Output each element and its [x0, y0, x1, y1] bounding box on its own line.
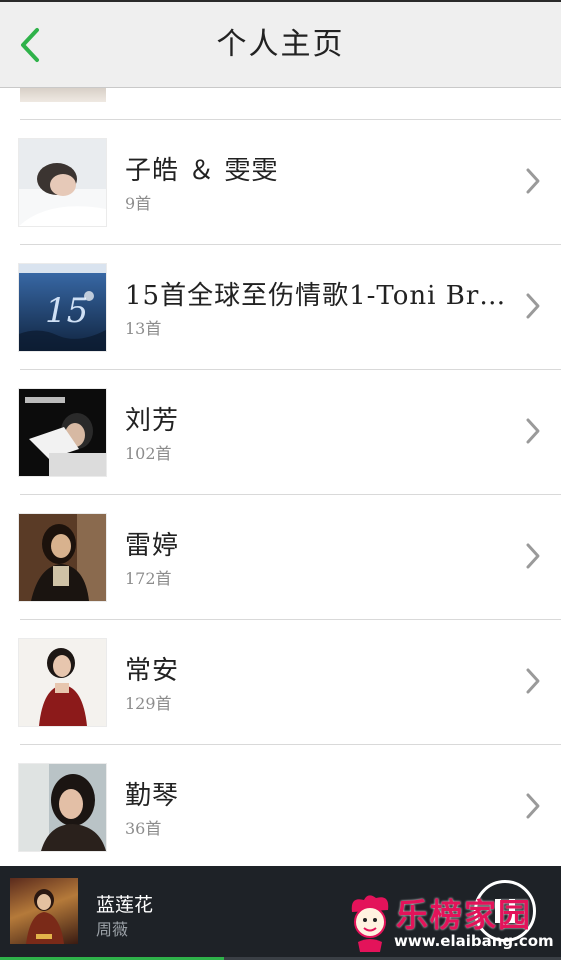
- list-item[interactable]: 勤琴 36首: [0, 745, 561, 866]
- artist-thumbnail: [19, 514, 106, 601]
- artist-thumbnail: [19, 139, 106, 226]
- chevron-right-icon: [526, 293, 540, 319]
- chevron-right-icon: [526, 543, 540, 569]
- track-count: 129首: [125, 694, 172, 713]
- artist-thumbnail: 15: [19, 264, 106, 351]
- list-item[interactable]: 常安 129首: [0, 620, 561, 744]
- track-count: 13首: [125, 319, 162, 338]
- track-count: 102首: [125, 444, 172, 463]
- chevron-right-icon: [526, 168, 540, 194]
- top-bar: 个人主页: [0, 0, 561, 88]
- now-playing-bar[interactable]: 蓝莲花 周薇: [0, 866, 561, 960]
- song-artist: 周薇: [96, 920, 129, 939]
- album-cover[interactable]: [10, 878, 78, 944]
- list-item[interactable]: 刘芳 102首: [0, 370, 561, 494]
- chevron-right-icon: [526, 793, 540, 819]
- track-count: 36首: [125, 819, 162, 838]
- list-item[interactable]: 雷婷 172首: [0, 495, 561, 619]
- track-count: 9首: [125, 194, 152, 213]
- artist-thumbnail: [19, 764, 106, 851]
- artist-name: 刘芳: [125, 406, 180, 436]
- song-title: 蓝莲花: [96, 894, 154, 916]
- artist-name: 勤琴: [125, 781, 180, 811]
- list-item[interactable]: 子皓 ＆ 雯雯 9首: [0, 120, 561, 244]
- pause-icon: [495, 899, 501, 923]
- artist-name: 子皓 ＆ 雯雯: [125, 156, 279, 186]
- artist-thumbnail: [19, 639, 106, 726]
- pause-icon: [509, 899, 515, 923]
- artist-name: 雷婷: [125, 531, 180, 561]
- page-title: 个人主页: [216, 27, 345, 62]
- artist-name: 15首全球至伤情歌1-Toni Br…: [125, 281, 505, 311]
- artist-list[interactable]: 子皓 ＆ 雯雯 9首 15 15首全球至伤情歌1-Toni Br… 13首 刘芳…: [0, 88, 561, 866]
- pause-button[interactable]: [474, 880, 536, 942]
- list-item[interactable]: 15 15首全球至伤情歌1-Toni Br… 13首: [0, 245, 561, 369]
- artist-thumbnail[interactable]: [20, 88, 106, 102]
- svg-text:15: 15: [45, 291, 88, 331]
- artist-name: 常安: [125, 656, 180, 686]
- chevron-right-icon: [526, 418, 540, 444]
- chevron-right-icon: [526, 668, 540, 694]
- artist-thumbnail: [19, 389, 106, 476]
- track-count: 172首: [125, 569, 172, 588]
